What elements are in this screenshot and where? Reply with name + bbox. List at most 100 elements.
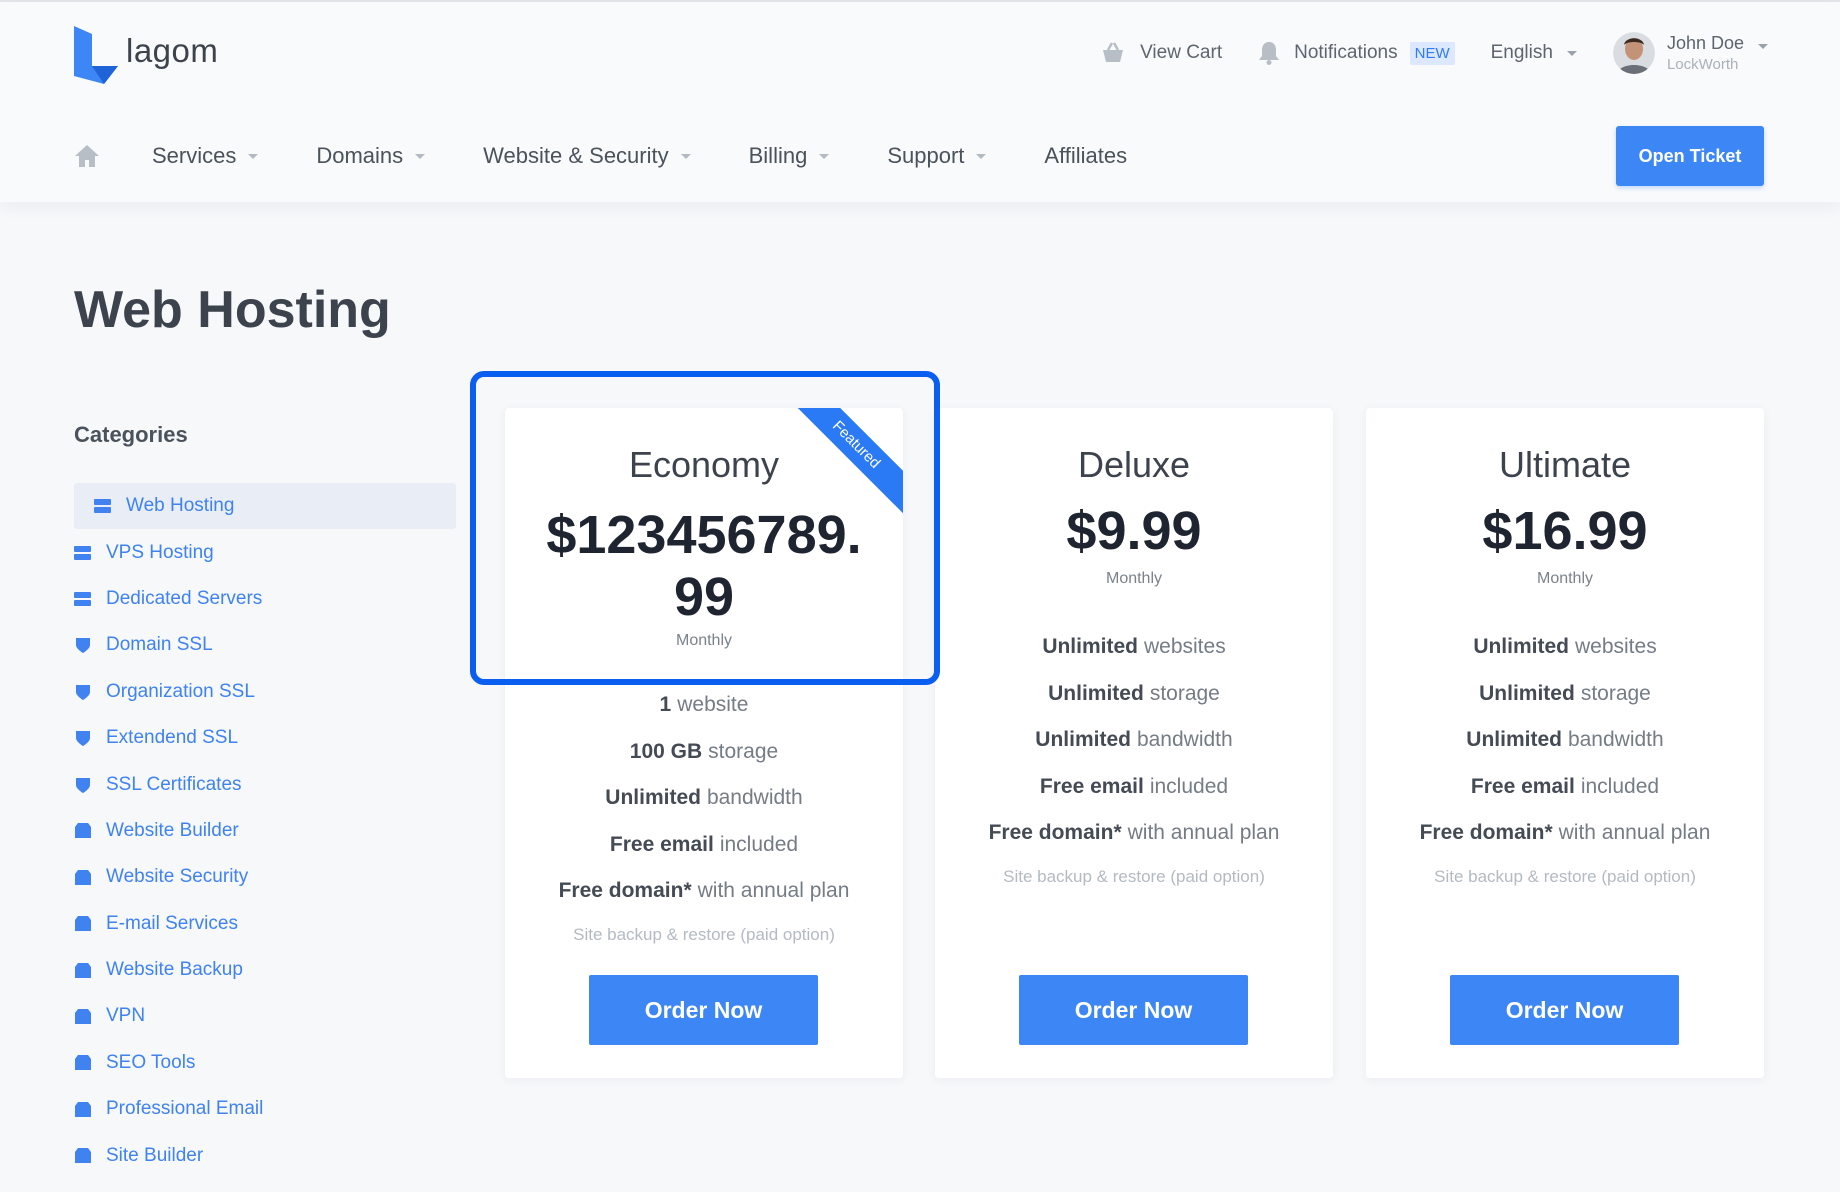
category-label: Professional Email — [106, 1098, 264, 1120]
category-label: Site Builder — [106, 1144, 204, 1166]
user-company: LockWorth — [1666, 56, 1739, 73]
box-icon — [74, 1101, 91, 1117]
view-cart-label: View Cart — [1140, 42, 1223, 63]
chevron-down-icon — [819, 153, 830, 159]
box-icon — [74, 1008, 91, 1024]
bell-icon — [1259, 42, 1280, 65]
nav-label: Services — [152, 143, 237, 168]
page-title: Web Hosting — [74, 281, 391, 339]
feature-text: storage — [1580, 681, 1651, 705]
nav-label: Domains — [316, 143, 404, 168]
billing-cycle: Monthly — [675, 632, 733, 649]
box-icon — [74, 1148, 91, 1164]
box-icon — [74, 1055, 91, 1071]
top-tools: View Cart Notifications NEW English John… — [1064, 32, 1768, 74]
view-cart-link[interactable]: View Cart — [1100, 42, 1222, 64]
category-label: SEO Tools — [106, 1051, 196, 1073]
category-vpn[interactable]: VPN — [74, 993, 456, 1039]
category-domain-ssl[interactable]: Domain SSL — [74, 622, 456, 668]
category-label: Dedicated Servers — [106, 587, 263, 609]
home-link[interactable] — [74, 144, 100, 168]
category-extendend-ssl[interactable]: Extendend SSL — [74, 715, 456, 761]
open-ticket-button[interactable]: Open Ticket — [1616, 126, 1764, 186]
nav-support[interactable]: Support — [887, 143, 987, 169]
logo[interactable]: lagom — [74, 26, 218, 84]
feature-item: 1 website — [505, 682, 903, 729]
category-professional-email[interactable]: Professional Email — [74, 1086, 456, 1132]
notifications-link[interactable]: Notifications NEW — [1258, 41, 1455, 65]
billing-cycle: Monthly — [1536, 570, 1594, 587]
logo-icon — [74, 26, 118, 84]
feature-list: Unlimited websites Unlimited storage Unlim… — [1366, 624, 1764, 897]
feature-text: storage — [708, 739, 779, 763]
order-now-button[interactable]: Order Now — [1450, 975, 1679, 1045]
plan-price: $16.99 — [1482, 501, 1648, 561]
shield-icon — [74, 730, 91, 747]
nav-billing[interactable]: Billing — [749, 143, 830, 169]
feature-text: websites — [1574, 635, 1657, 659]
brand-name: lagom — [126, 32, 219, 69]
feature-bold: 1 — [659, 693, 672, 717]
category-seo-tools[interactable]: SEO Tools — [74, 1040, 456, 1086]
nav-website-security[interactable]: Website & Security — [483, 143, 691, 169]
chevron-down-icon — [976, 153, 987, 159]
feature-item: Free domain* with annual plan — [505, 868, 903, 915]
nav-affiliates[interactable]: Affiliates — [1044, 143, 1127, 169]
feature-text: included — [719, 832, 799, 856]
feature-text: website — [677, 693, 749, 717]
server-icon — [74, 545, 91, 561]
feature-text: with annual plan — [1127, 821, 1280, 845]
user-menu[interactable]: John Doe LockWorth — [1612, 32, 1768, 74]
feature-text: storage — [1149, 681, 1220, 705]
category-label: Website Backup — [106, 959, 243, 981]
category-label: Domain SSL — [106, 634, 213, 656]
feature-item: Unlimited websites — [935, 624, 1333, 671]
feature-text: with annual plan — [1558, 821, 1711, 845]
price-line: 99 — [673, 567, 735, 627]
feature-text: included — [1580, 774, 1660, 798]
category-website-builder[interactable]: Website Builder — [74, 808, 456, 854]
category-label: Organization SSL — [106, 680, 255, 702]
feature-item: Free domain* with annual plan — [1366, 810, 1764, 857]
server-icon — [74, 591, 91, 607]
category-organization-ssl[interactable]: Organization SSL — [74, 669, 456, 715]
feature-list: 1 website 100 GB storage Unlimited bandwidt… — [505, 682, 903, 955]
category-ssl-certificates[interactable]: SSL Certificates — [74, 761, 456, 807]
feature-item: Unlimited storage — [1366, 671, 1764, 718]
feature-bold: Free domain* — [558, 879, 692, 903]
feature-text: websites — [1143, 635, 1226, 659]
category-web-hosting[interactable]: Web Hosting — [74, 483, 456, 530]
feature-bold: Unlimited — [605, 786, 701, 810]
basket-icon — [1103, 42, 1124, 62]
feature-bold: Free email — [1039, 774, 1144, 798]
feature-bold: Unlimited — [1035, 728, 1131, 752]
category-vps-hosting[interactable]: VPS Hosting — [74, 529, 456, 575]
nav-services[interactable]: Services — [152, 143, 259, 169]
nav-label: Affiliates — [1044, 143, 1128, 168]
category-site-builder[interactable]: Site Builder — [74, 1132, 456, 1178]
feature-bold: Free domain* — [988, 821, 1122, 845]
site-header: lagom View Cart Notifications NEW Englis… — [0, 2, 1840, 202]
nav-label: Billing — [748, 143, 808, 168]
feature-item: Free domain* with annual plan — [935, 810, 1333, 857]
feature-item: Unlimited bandwidth — [505, 775, 903, 822]
feature-note: Site backup & restore (paid option) — [1003, 866, 1265, 886]
box-icon — [74, 823, 91, 839]
feature-bold: Free email — [1470, 774, 1575, 798]
order-now-button[interactable]: Order Now — [1019, 975, 1248, 1045]
feature-bold: Free domain* — [1419, 821, 1553, 845]
category-website-backup[interactable]: Website Backup — [74, 947, 456, 993]
language-selector[interactable]: English — [1491, 42, 1577, 64]
category-dedicated-servers[interactable]: Dedicated Servers — [74, 576, 456, 622]
category-label: VPN — [106, 1005, 146, 1027]
category-email-services[interactable]: E-mail Services — [74, 901, 456, 947]
order-now-button[interactable]: Order Now — [589, 975, 818, 1045]
category-website-security[interactable]: Website Security — [74, 854, 456, 900]
category-label: Website Builder — [106, 819, 239, 841]
feature-text: bandwidth — [1136, 728, 1233, 752]
new-badge: NEW — [1409, 41, 1455, 65]
nav-domains[interactable]: Domains — [316, 143, 426, 169]
box-icon — [74, 916, 91, 932]
feature-bold: Free email — [609, 832, 714, 856]
chevron-down-icon — [1758, 43, 1768, 49]
